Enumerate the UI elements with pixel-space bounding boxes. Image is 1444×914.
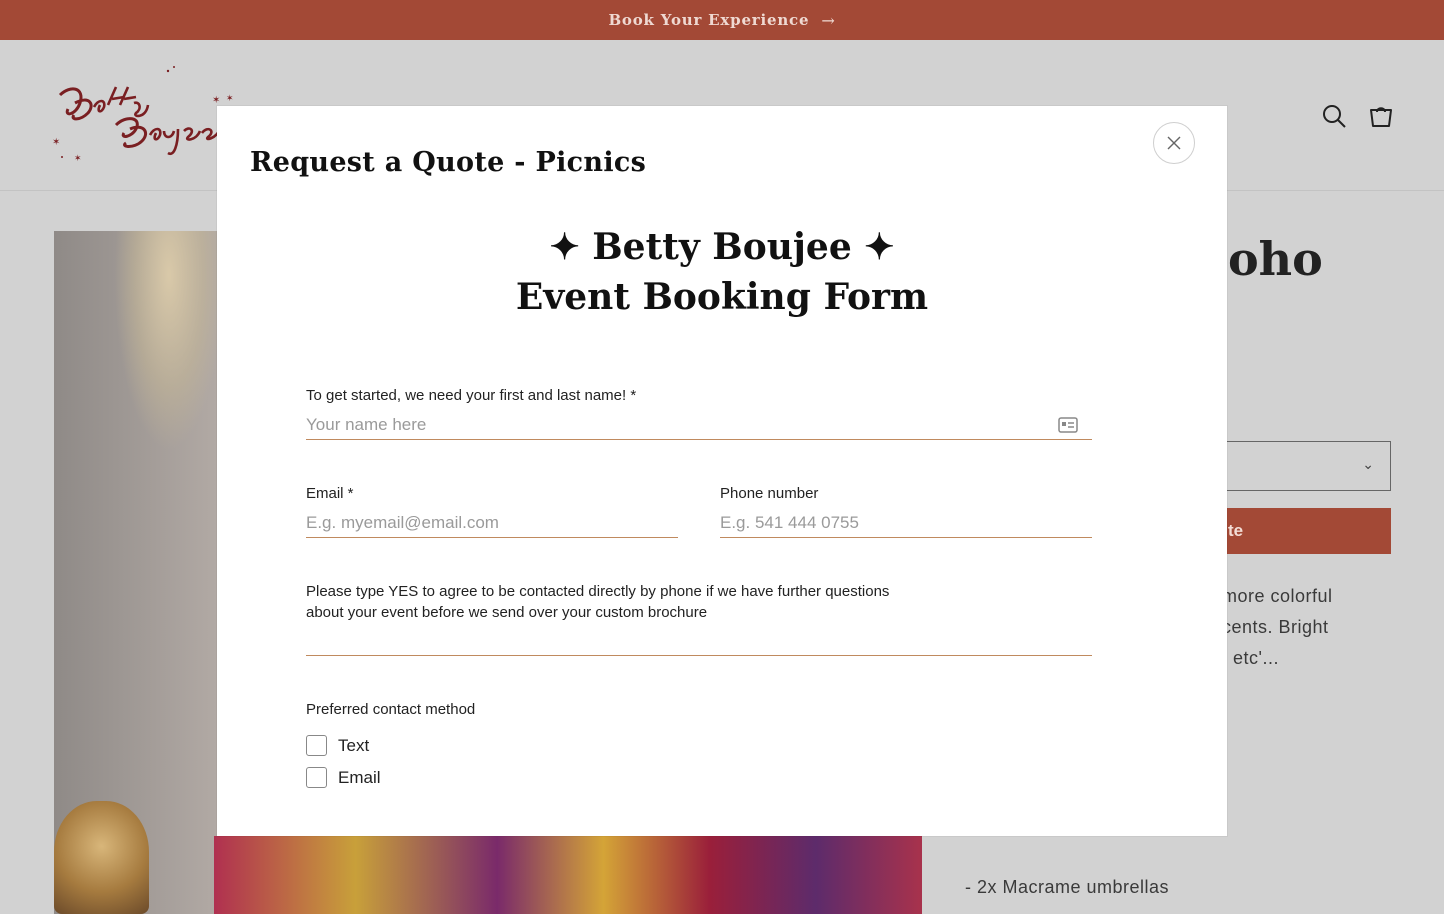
product-title: oho <box>1228 232 1323 286</box>
form-heading-title: Event Booking Form <box>515 276 929 318</box>
name-input[interactable] <box>306 410 1092 440</box>
quote-modal: Request a Quote - Picnics ✦ Betty Boujee… <box>217 106 1227 836</box>
logo[interactable]: ✶ ✶ ✶ ✶ <box>50 65 240 170</box>
description-line: more colorful <box>1222 586 1333 606</box>
description-line: ; etc'... <box>1222 648 1279 668</box>
consent-label-line1: Please type YES to agree to be contacted… <box>306 583 890 600</box>
candle-holder <box>54 801 149 914</box>
consent-label-line2: about your event before we send over you… <box>306 604 708 621</box>
svg-text:✶: ✶ <box>52 137 60 148</box>
email-label: Email * <box>306 485 354 502</box>
announcement-bar[interactable]: Book Your Experience → <box>0 0 1444 40</box>
search-icon[interactable] <box>1320 102 1348 130</box>
picnic-table <box>214 836 922 914</box>
text-option-label[interactable]: Text <box>338 736 369 756</box>
svg-text:✶: ✶ <box>74 153 82 163</box>
email-checkbox[interactable] <box>306 767 327 788</box>
arrow-right-icon: → <box>821 10 836 30</box>
contact-card-icon <box>1058 417 1078 433</box>
svg-text:✶: ✶ <box>212 95 220 106</box>
consent-input[interactable] <box>306 626 1092 656</box>
list-item: - 2x Macrame umbrellas <box>965 877 1170 897</box>
contact-method-label: Preferred contact method <box>306 701 476 718</box>
description-line: cents. Bright <box>1222 617 1329 637</box>
email-option-label[interactable]: Email <box>338 768 381 788</box>
close-icon <box>1167 136 1181 150</box>
name-label: To get started, we need your first and l… <box>306 387 637 404</box>
form-heading-brand: ✦ Betty Boujee ✦ <box>549 226 895 268</box>
contact-option-text[interactable]: Text <box>306 735 369 756</box>
close-button[interactable] <box>1153 122 1195 164</box>
svg-text:✶: ✶ <box>226 93 234 103</box>
cart-icon[interactable] <box>1367 102 1395 130</box>
phone-label: Phone number <box>720 485 819 502</box>
text-checkbox[interactable] <box>306 735 327 756</box>
chevron-down-icon: ⌄ <box>1362 456 1374 472</box>
modal-title: Request a Quote - Picnics <box>250 147 647 178</box>
variant-select[interactable]: ⌄ <box>1222 441 1391 491</box>
contact-option-email[interactable]: Email <box>306 767 381 788</box>
email-input[interactable] <box>306 508 678 538</box>
phone-input[interactable] <box>720 508 1092 538</box>
pampas-decoration <box>114 231 224 451</box>
announcement-text[interactable]: Book Your Experience <box>608 11 809 29</box>
request-quote-button[interactable]: te <box>1222 508 1391 554</box>
